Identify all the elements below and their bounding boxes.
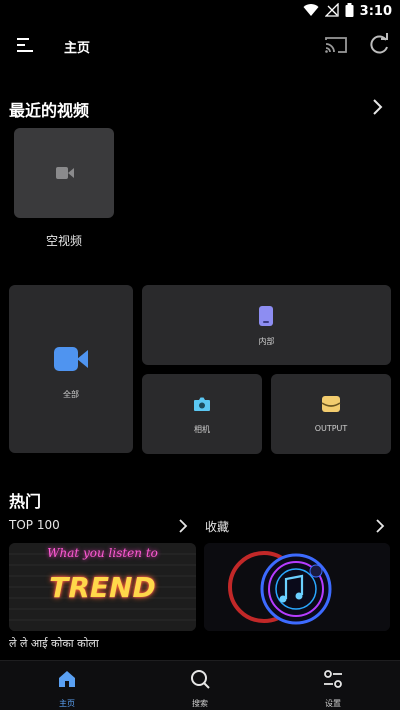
status-bar: 3:10 <box>0 0 400 24</box>
song-title: ले ले आई कोका कोला <box>9 637 99 650</box>
search-icon <box>188 667 212 691</box>
video-camera-icon <box>53 345 89 377</box>
cast-button[interactable] <box>322 31 350 59</box>
category-all-tile[interactable]: 全部 <box>9 285 133 453</box>
favorites-banner[interactable] <box>204 543 390 631</box>
phone-icon <box>258 305 274 331</box>
top100-header[interactable]: TOP 100 <box>0 516 200 536</box>
wifi-icon <box>303 2 319 21</box>
banner-neon-line2: TREND <box>49 571 156 604</box>
category-output-tile[interactable]: OUTPUT <box>271 374 391 454</box>
recent-videos-title: 最近的视频 <box>9 101 90 120</box>
recent-video-thumbnail[interactable] <box>14 128 114 218</box>
chevron-right-icon <box>368 99 388 122</box>
category-all-label: 全部 <box>63 390 79 399</box>
app-bar: 主页 <box>0 26 400 66</box>
nav-home[interactable]: 主页 <box>27 665 107 709</box>
chevron-right-icon <box>175 516 191 540</box>
category-internal-label: 内部 <box>258 337 275 346</box>
nav-search[interactable]: 搜索 <box>160 665 240 709</box>
home-icon <box>55 667 79 691</box>
nav-search-label: 搜索 <box>192 699 208 708</box>
menu-button[interactable] <box>12 32 38 58</box>
video-icon <box>55 165 75 185</box>
status-icons: 3:10 <box>303 2 392 21</box>
settings-sliders-icon <box>321 667 345 691</box>
category-internal-tile[interactable]: 内部 <box>142 285 391 365</box>
page-title: 主页 <box>64 41 91 56</box>
chevron-right-icon <box>372 516 388 540</box>
category-camera-label: 相机 <box>194 425 210 434</box>
hot-title: 热门 <box>9 492 42 511</box>
nav-settings-label: 设置 <box>325 699 341 708</box>
hot-header: 热门 <box>0 485 400 513</box>
recent-videos-header: 最近的视频 <box>0 94 400 122</box>
refresh-icon <box>366 33 392 63</box>
favorites-header[interactable]: 收藏 <box>200 516 400 536</box>
nav-settings[interactable]: 设置 <box>293 665 373 709</box>
status-time: 3:10 <box>359 4 392 19</box>
signal-icon <box>324 2 339 21</box>
cast-icon <box>322 37 350 63</box>
top100-banner[interactable]: What you listen to TREND <box>9 543 196 631</box>
recent-video-caption: 空视频 <box>45 234 82 248</box>
category-camera-tile[interactable]: 相机 <box>142 374 262 454</box>
nav-home-label: 主页 <box>59 699 75 708</box>
camera-icon <box>193 396 211 416</box>
category-output-label: OUTPUT <box>314 424 348 433</box>
recent-videos-more-button[interactable] <box>368 96 388 118</box>
menu-icon <box>12 38 38 62</box>
battery-icon <box>345 2 354 21</box>
top100-label: TOP 100 <box>9 518 60 532</box>
favorites-label: 收藏 <box>205 520 230 534</box>
banner-neon-line1: What you listen to <box>47 546 158 560</box>
refresh-button[interactable] <box>366 31 392 59</box>
music-disc-image <box>204 543 390 631</box>
folder-icon <box>321 395 341 417</box>
bottom-navigation: 主页 搜索 设置 <box>0 660 400 710</box>
